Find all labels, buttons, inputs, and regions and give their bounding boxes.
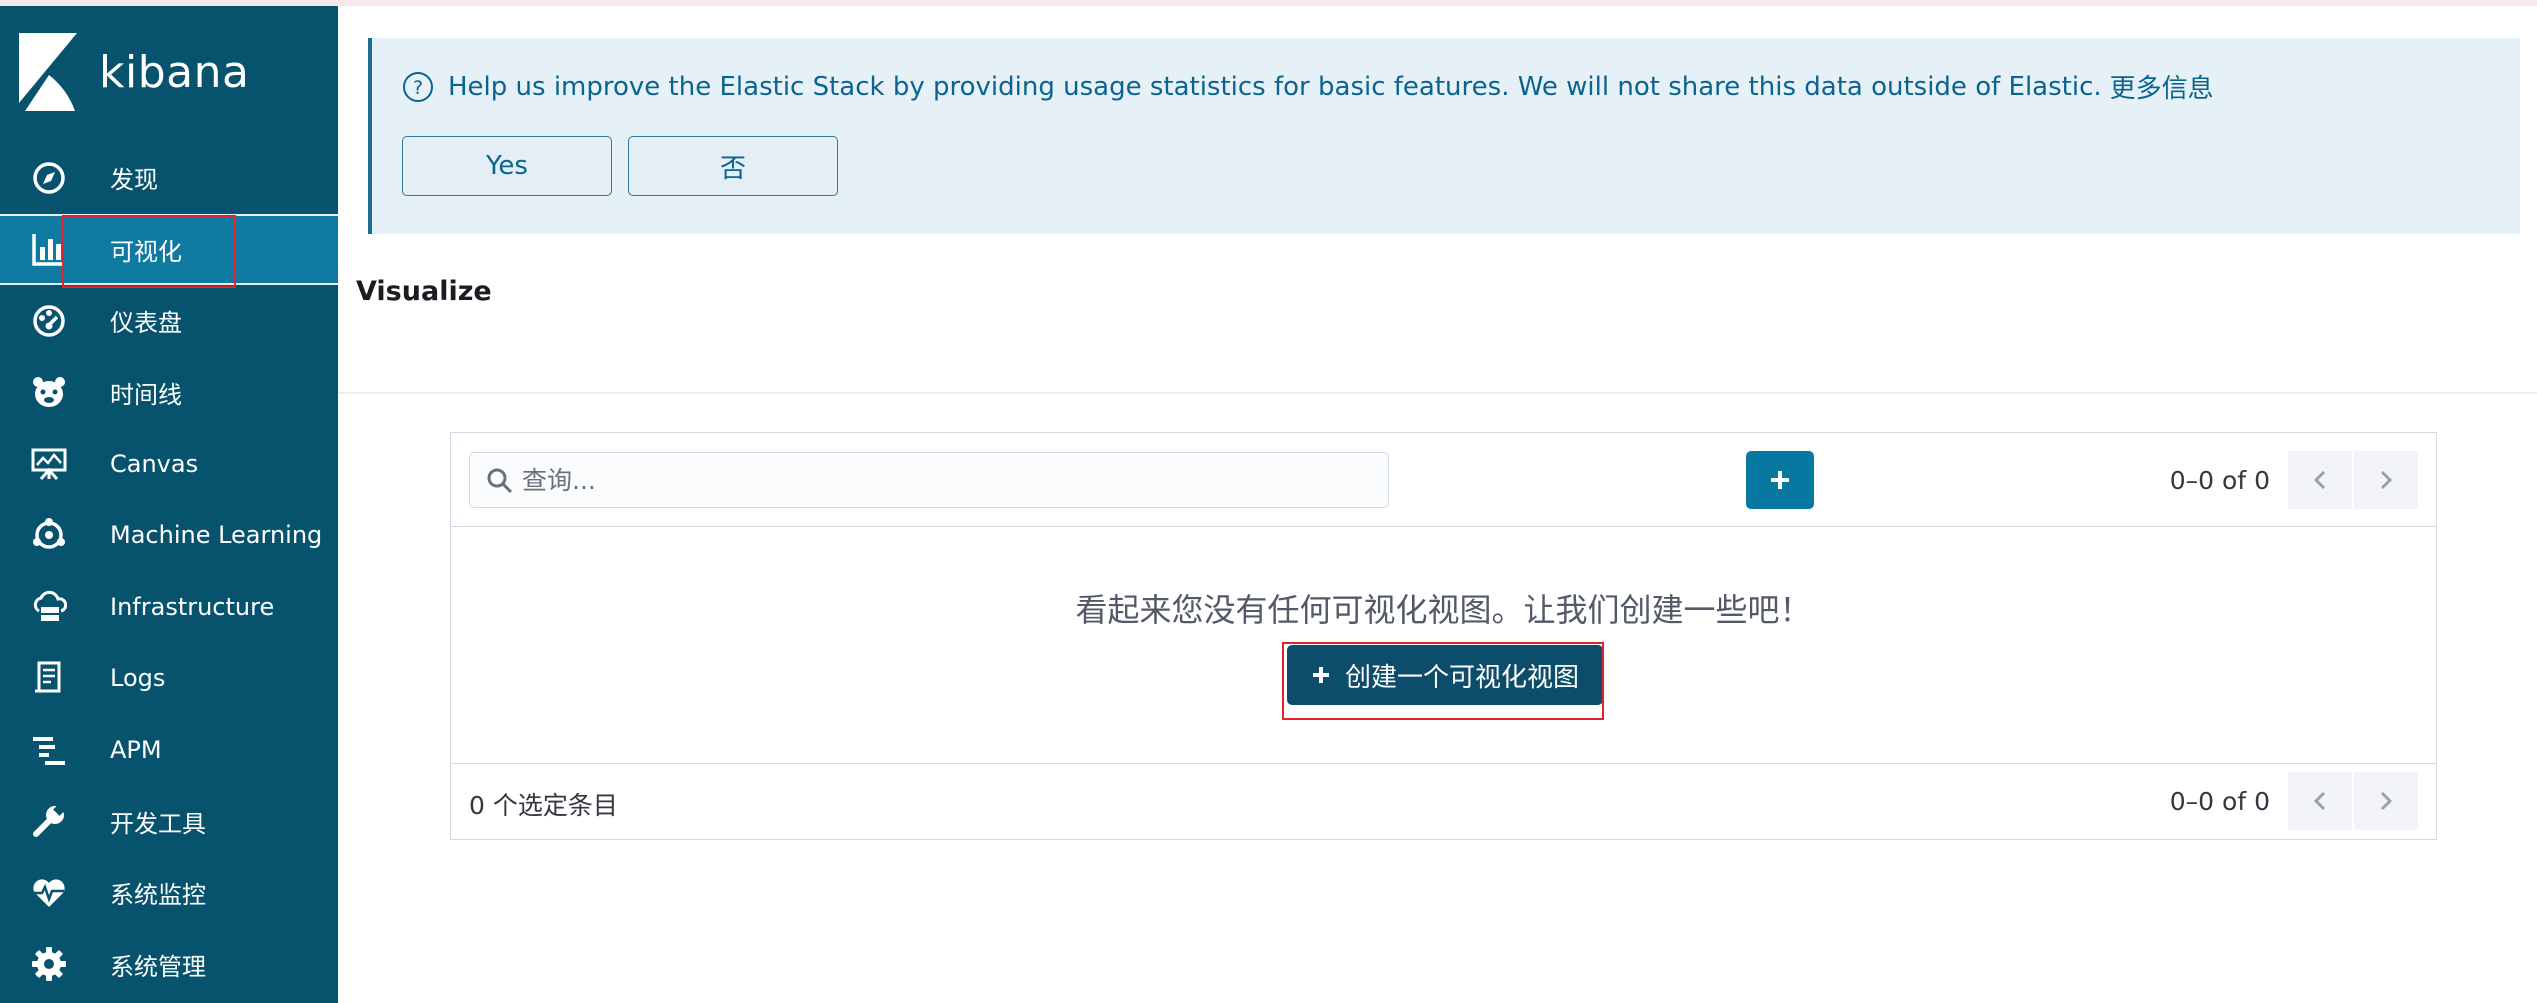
header-divider bbox=[338, 392, 2537, 394]
sidebar-item-label: Logs bbox=[110, 664, 166, 693]
svg-text:?: ? bbox=[413, 77, 423, 99]
pagination-bottom: 0–0 of 0 bbox=[2170, 772, 2418, 830]
kibana-logo[interactable]: kibana bbox=[19, 33, 249, 111]
sidebar-item-label: APM bbox=[110, 735, 162, 764]
timeline-bear-icon bbox=[30, 373, 68, 411]
pagination-range: 0–0 of 0 bbox=[2169, 465, 2270, 495]
sidebar-item-discover[interactable]: 发现 bbox=[0, 142, 338, 214]
page-title: Visualize bbox=[356, 276, 492, 307]
create-visualization-button[interactable]: 创建一个可视化视图 bbox=[1287, 645, 1603, 705]
pagination-top: 0–0 of 0 bbox=[2170, 451, 2418, 509]
search-box bbox=[469, 452, 1389, 508]
logo-text: kibana bbox=[99, 46, 250, 98]
sidebar-item-dashboard[interactable]: 仪表盘 bbox=[0, 285, 338, 357]
sidebar-item-label: 发现 bbox=[110, 166, 158, 195]
sidebar-item-label: 可视化 bbox=[110, 237, 182, 266]
plus-icon bbox=[1771, 471, 1789, 489]
create-button-label: 创建一个可视化视图 bbox=[1344, 662, 1579, 693]
opt-in-no-button[interactable]: 否 bbox=[628, 136, 838, 196]
heartbeat-icon bbox=[30, 874, 68, 912]
telemetry-banner: ? Help us improve the Elastic Stack by p… bbox=[368, 38, 2520, 234]
compass-icon bbox=[30, 159, 68, 197]
sidebar: kibana 发现 可视化 仪表盘 时间线 Canvas Machine Lea… bbox=[0, 6, 338, 1003]
sidebar-item-dev-tools[interactable]: 开发工具 bbox=[0, 786, 338, 858]
search-input[interactable] bbox=[522, 453, 1372, 507]
sidebar-item-label: 系统监控 bbox=[110, 881, 206, 910]
sidebar-item-label: 开发工具 bbox=[110, 809, 206, 838]
more-info-link[interactable]: 更多信息 bbox=[2110, 68, 2214, 105]
sidebar-item-label: Canvas bbox=[110, 449, 199, 478]
kibana-logo-icon bbox=[19, 33, 77, 111]
pagination-range: 0–0 of 0 bbox=[2169, 786, 2270, 816]
sidebar-item-label: 时间线 bbox=[110, 380, 182, 409]
help-circle-icon: ? bbox=[403, 71, 433, 102]
list-footer: 0 个选定条目 0–0 of 0 bbox=[451, 763, 2436, 839]
machine-learning-icon bbox=[30, 516, 68, 554]
empty-state-message: 看起来您没有任何可视化视图。让我们创建一些吧！ bbox=[1075, 591, 1812, 629]
canvas-easel-icon bbox=[30, 445, 68, 483]
infrastructure-cloud-icon bbox=[30, 588, 68, 626]
sidebar-item-label: Infrastructure bbox=[110, 592, 275, 621]
banner-message-row: ? Help us improve the Elastic Stack by p… bbox=[402, 68, 2214, 105]
sidebar-item-visualize[interactable]: 可视化 bbox=[0, 213, 338, 285]
sidebar-item-timeline[interactable]: 时间线 bbox=[0, 357, 338, 429]
search-icon bbox=[487, 468, 513, 494]
previous-page-button[interactable] bbox=[2288, 451, 2352, 509]
apm-icon bbox=[30, 731, 68, 769]
sidebar-nav: 发现 可视化 仪表盘 时间线 Canvas Machine Learning I… bbox=[0, 142, 338, 1000]
gear-icon bbox=[30, 945, 68, 983]
opt-in-yes-button[interactable]: Yes bbox=[402, 136, 612, 196]
previous-page-button[interactable] bbox=[2288, 772, 2352, 830]
sidebar-item-logs[interactable]: Logs bbox=[0, 643, 338, 715]
list-toolbar: 0–0 of 0 bbox=[451, 433, 2436, 527]
chevron-left-icon bbox=[2313, 470, 2326, 490]
sidebar-item-machine-learning[interactable]: Machine Learning bbox=[0, 500, 338, 572]
plus-icon bbox=[1312, 667, 1329, 683]
sidebar-item-canvas[interactable]: Canvas bbox=[0, 428, 338, 500]
sidebar-item-apm[interactable]: APM bbox=[0, 714, 338, 786]
bar-chart-icon bbox=[30, 230, 68, 268]
sidebar-item-infrastructure[interactable]: Infrastructure bbox=[0, 571, 338, 643]
sidebar-item-monitoring[interactable]: 系统监控 bbox=[0, 857, 338, 929]
top-accent-line bbox=[0, 0, 2537, 6]
banner-message: Help us improve the Elastic Stack by pro… bbox=[448, 71, 2102, 102]
next-page-button[interactable] bbox=[2354, 451, 2418, 509]
sidebar-item-label: Machine Learning bbox=[110, 521, 323, 550]
dashboard-gauge-icon bbox=[30, 302, 68, 340]
chevron-right-icon bbox=[2380, 791, 2393, 811]
sidebar-item-label: 仪表盘 bbox=[110, 309, 182, 338]
selected-items-count: 0 个选定条目 bbox=[469, 791, 618, 820]
logs-icon bbox=[30, 659, 68, 697]
sidebar-item-label: 系统管理 bbox=[110, 952, 206, 981]
wrench-icon bbox=[30, 802, 68, 840]
chevron-left-icon bbox=[2313, 791, 2326, 811]
add-visualization-button[interactable] bbox=[1746, 451, 1814, 509]
chevron-right-icon bbox=[2380, 470, 2393, 490]
next-page-button[interactable] bbox=[2354, 772, 2418, 830]
sidebar-item-management[interactable]: 系统管理 bbox=[0, 929, 338, 1001]
visualization-list-panel: 0–0 of 0 看起来您没有任何可视化视图。让我们创建一些吧！ 创建一个可视化… bbox=[450, 432, 2437, 840]
